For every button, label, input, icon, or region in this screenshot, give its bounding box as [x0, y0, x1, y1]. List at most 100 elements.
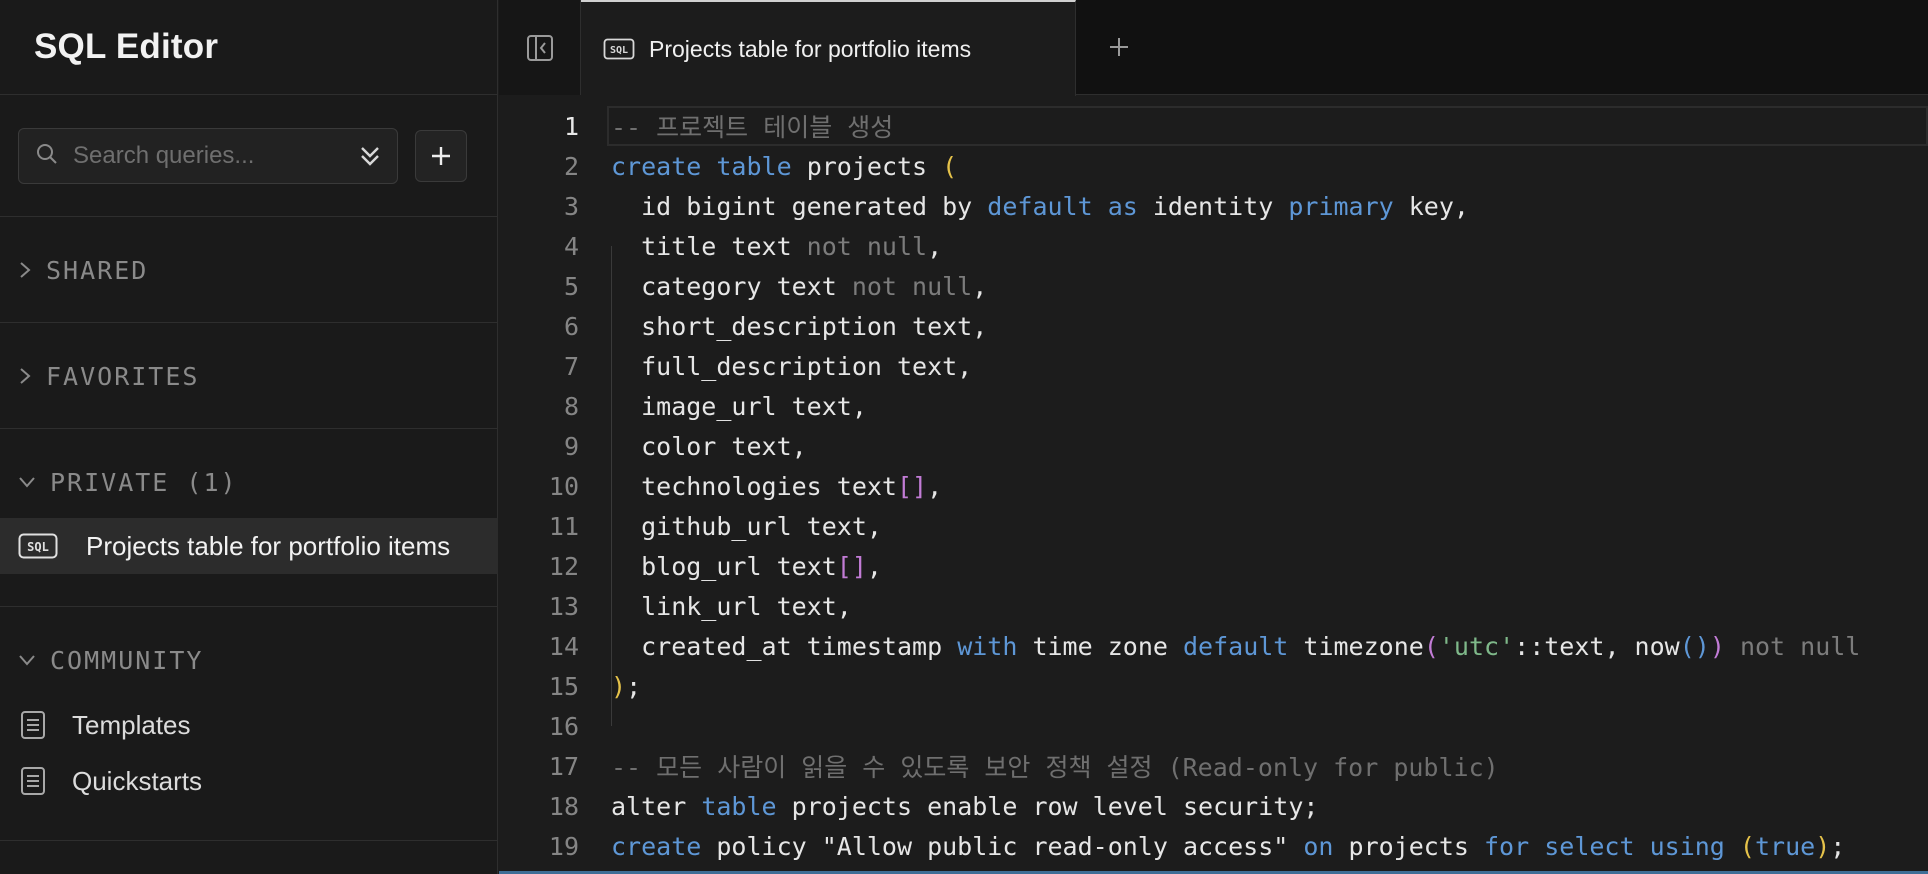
section-community[interactable]: COMMUNITY — [0, 630, 498, 690]
code-text: -- 모든 사람이 읽을 수 있도록 보안 정책 설정 (Read-only f… — [611, 753, 1499, 782]
sidebar-header: SQL Editor — [0, 0, 497, 95]
code-line[interactable]: 15); — [499, 666, 641, 706]
search-input[interactable] — [73, 142, 343, 170]
line-number: 17 — [548, 751, 579, 781]
section-label-community: COMMUNITY — [50, 645, 204, 675]
section-label-shared: SHARED — [46, 255, 149, 285]
code-line[interactable]: 5 category text not null, — [499, 266, 987, 306]
sql-file-icon: SQL — [18, 533, 58, 559]
code-line[interactable]: 6 short_description text, — [499, 306, 987, 346]
community-item-label: Templates — [72, 709, 191, 740]
code-line[interactable]: 16 — [499, 706, 579, 746]
line-number: 15 — [548, 671, 579, 701]
query-item-label: Projects table for portfolio items — [86, 530, 451, 561]
book-icon — [21, 767, 45, 795]
chevron-down-icon — [19, 477, 35, 488]
line-number: 11 — [548, 511, 579, 541]
line-number: 9 — [563, 431, 579, 461]
code-line[interactable]: 18 alter table projects enable row level … — [499, 786, 1319, 826]
search-row — [18, 128, 467, 184]
new-tab-button[interactable] — [1096, 24, 1142, 70]
line-number: 12 — [548, 551, 579, 581]
search-box[interactable] — [18, 128, 398, 184]
code-text: -- 프로젝트 테이블 생성 — [611, 113, 894, 142]
line-number: 4 — [563, 231, 579, 261]
tab-bar: SQL Projects table for portfolio items — [499, 0, 1928, 96]
book-icon — [21, 711, 45, 739]
code-line[interactable]: 12 blog_url text[], — [499, 546, 882, 586]
code-text: ); — [611, 671, 642, 701]
svg-text:SQL: SQL — [610, 45, 628, 56]
code-text: full_description text, — [611, 351, 973, 381]
tab-label: Projects table for portfolio items — [649, 35, 972, 62]
section-favorites[interactable]: FAVORITES — [0, 346, 498, 406]
svg-text:SQL: SQL — [27, 540, 49, 554]
code-text: github_url text, — [611, 511, 882, 541]
community-item-label: Quickstarts — [72, 765, 203, 796]
panel-left-icon — [526, 34, 553, 61]
code-line[interactable]: 17 -- 모든 사람이 읽을 수 있도록 보안 정책 설정 (Read-only… — [499, 746, 1499, 786]
plus-icon — [432, 147, 450, 165]
code-line[interactable]: 19 create policy "Allow public read-only … — [499, 826, 1845, 866]
code-line[interactable]: 9 color text, — [499, 426, 807, 466]
code-line[interactable]: 2 create table projects ( — [499, 146, 957, 186]
code-line[interactable]: 1 -- 프로젝트 테이블 생성 — [499, 106, 893, 146]
line-number: 7 — [563, 351, 579, 381]
code-line[interactable]: 7 full_description text, — [499, 346, 972, 386]
community-item-quickstarts[interactable]: Quickstarts — [0, 756, 498, 806]
line-number: 8 — [563, 391, 579, 421]
code-line[interactable]: 10 technologies text[], — [499, 466, 942, 506]
chevron-right-icon — [20, 262, 31, 278]
line-number: 2 — [563, 151, 579, 181]
chevron-right-icon — [20, 368, 31, 384]
code-line[interactable]: 4 title text not null, — [499, 226, 942, 266]
line-number: 3 — [563, 191, 579, 221]
code-line[interactable]: 14 created_at timestamp with time zone d… — [499, 626, 1860, 666]
code-text: create policy "Allow public read-only ac… — [611, 831, 1846, 861]
line-number: 5 — [563, 271, 579, 301]
code-line[interactable]: 11 github_url text, — [499, 506, 882, 546]
line-number: 6 — [563, 311, 579, 341]
divider — [0, 606, 498, 607]
search-icon — [35, 142, 59, 171]
section-label-favorites: FAVORITES — [46, 361, 200, 391]
line-number: 13 — [548, 591, 579, 621]
code-line[interactable]: 13 link_url text, — [499, 586, 852, 626]
query-item-projects-table[interactable]: SQL Projects table for portfolio items — [0, 518, 498, 574]
tab-projects-table[interactable]: SQL Projects table for portfolio items — [581, 0, 1076, 96]
line-number: 10 — [548, 471, 579, 501]
section-shared[interactable]: SHARED — [0, 240, 498, 300]
line-number: 14 — [548, 631, 579, 661]
section-private[interactable]: PRIVATE (1) — [0, 452, 498, 512]
code-editor[interactable]: 1 -- 프로젝트 테이블 생성 2 create table projects (… — [499, 96, 1928, 874]
code-text: color text, — [611, 431, 807, 461]
code-text: id bigint generated by default as identi… — [611, 191, 1469, 221]
line-number: 19 — [548, 831, 579, 861]
line-number: 18 — [548, 791, 579, 821]
community-item-templates[interactable]: Templates — [0, 700, 498, 750]
line-number: 16 — [548, 711, 579, 741]
chevrons-down-icon[interactable] — [357, 142, 383, 175]
code-text: title text not null, — [611, 231, 943, 261]
sidebar: SQL Editor SHARED FAVORITES PRIVATE (1) … — [0, 0, 498, 874]
divider — [0, 322, 498, 323]
divider — [0, 428, 498, 429]
code-text: link_url text, — [611, 591, 852, 621]
code-text: technologies text[], — [611, 471, 943, 501]
code-line[interactable]: 8 image_url text, — [499, 386, 867, 426]
section-label-private: PRIVATE (1) — [50, 467, 238, 497]
code-text: blog_url text[], — [611, 551, 882, 581]
sql-file-icon: SQL — [603, 38, 635, 60]
code-text: short_description text, — [611, 311, 988, 341]
divider — [0, 840, 498, 841]
line-number: 1 — [563, 111, 579, 141]
divider — [0, 216, 498, 217]
code-text: alter table projects enable row level se… — [611, 791, 1319, 821]
code-line[interactable]: 3 id bigint generated by default as iden… — [499, 186, 1469, 226]
code-text: create table projects ( — [611, 151, 958, 181]
code-text: category text not null, — [611, 271, 988, 301]
sidebar-toggle-button[interactable] — [499, 0, 581, 95]
new-query-button[interactable] — [415, 130, 467, 182]
code-text: image_url text, — [611, 391, 867, 421]
sidebar-title: SQL Editor — [34, 27, 219, 66]
